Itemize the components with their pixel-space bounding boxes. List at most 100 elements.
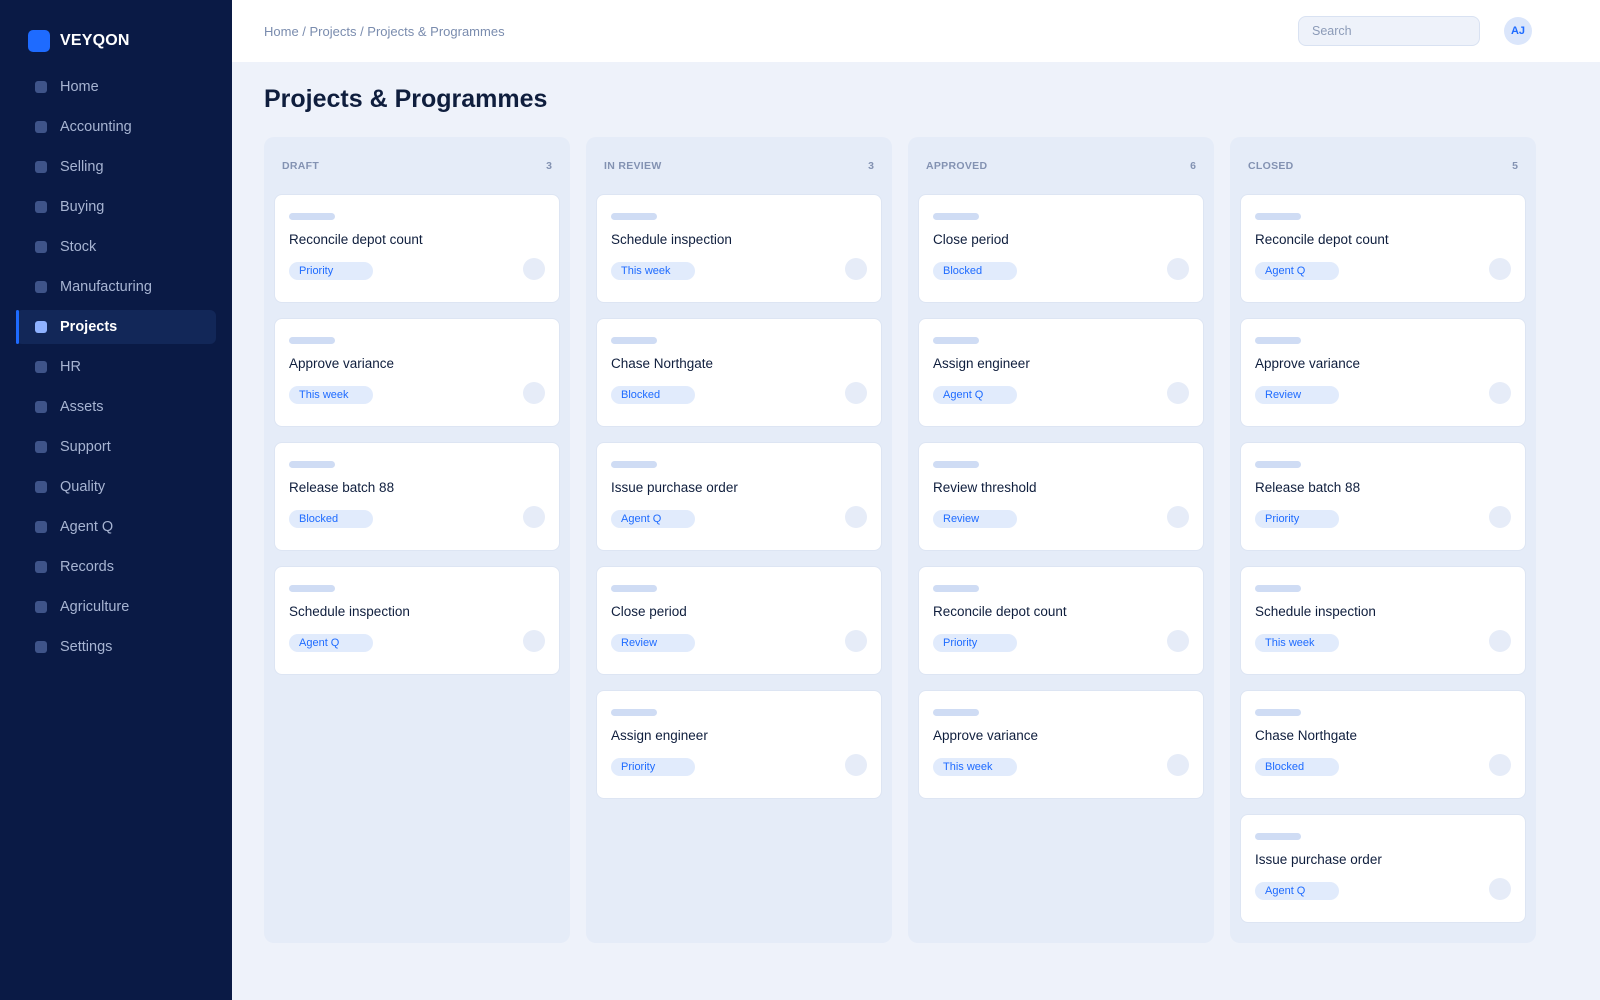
sidebar-item-quality[interactable]: Quality [16,470,216,504]
sidebar-item-label: Agent Q [60,519,114,535]
sidebar-item-buying[interactable]: Buying [16,190,216,224]
task-card[interactable]: Schedule inspection This week [1240,566,1526,675]
sidebar-item-label: Records [60,559,114,575]
assignee-avatar-icon[interactable] [1489,630,1511,652]
assignee-avatar-icon[interactable] [1167,382,1189,404]
kanban-board: DRAFT 3 Reconcile depot count Priority Appro… [264,137,1568,943]
assignee-avatar-icon[interactable] [1167,506,1189,528]
assignee-avatar-icon[interactable] [845,258,867,280]
breadcrumb[interactable]: Home / Projects / Projects & Programmes [264,24,1298,39]
card-label-bar [1255,461,1301,468]
sidebar-item-selling[interactable]: Selling [16,150,216,184]
assignee-avatar-icon[interactable] [1489,382,1511,404]
sidebar-item-settings[interactable]: Settings [16,630,216,664]
card-label-bar [933,461,979,468]
sidebar-item-label: Settings [60,639,113,655]
card-tag[interactable]: Review [1255,386,1339,404]
task-card[interactable]: Approve variance This week [918,690,1204,799]
projects-icon [35,321,47,333]
task-card[interactable]: Schedule inspection Agent Q [274,566,560,675]
task-card[interactable]: Approve variance Review [1240,318,1526,427]
assignee-avatar-icon[interactable] [845,754,867,776]
sidebar-item-projects[interactable]: Projects [16,310,216,344]
card-title: Approve variance [1255,356,1361,371]
assignee-avatar-icon[interactable] [523,258,545,280]
card-tag[interactable]: Priority [611,758,695,776]
column-header: DRAFT 3 [274,137,560,194]
card-label-bar [1255,709,1301,716]
card-tag[interactable]: This week [611,262,695,280]
task-card[interactable]: Close period Review [596,566,882,675]
task-card[interactable]: Reconcile depot count Agent Q [1240,194,1526,303]
sidebar-item-agriculture[interactable]: Agriculture [16,590,216,624]
sidebar-item-accounting[interactable]: Accounting [16,110,216,144]
task-card[interactable]: Schedule inspection This week [596,194,882,303]
sidebar-item-home[interactable]: Home [16,70,216,104]
assignee-avatar-icon[interactable] [523,382,545,404]
task-card[interactable]: Chase Northgate Blocked [596,318,882,427]
card-tag[interactable]: Blocked [611,386,695,404]
card-label-bar [289,337,335,344]
assignee-avatar-icon[interactable] [1489,258,1511,280]
card-tag[interactable]: Priority [1255,510,1339,528]
task-card[interactable]: Close period Blocked [918,194,1204,303]
task-card[interactable]: Reconcile depot count Priority [274,194,560,303]
card-label-bar [1255,213,1301,220]
sidebar-item-records[interactable]: Records [16,550,216,584]
sidebar-item-support[interactable]: Support [16,430,216,464]
sidebar-item-assets[interactable]: Assets [16,390,216,424]
card-tag[interactable]: Agent Q [1255,882,1339,900]
sidebar-item-manufacturing[interactable]: Manufacturing [16,270,216,304]
card-label-bar [611,585,657,592]
card-tag[interactable]: Review [611,634,695,652]
task-card[interactable]: Assign engineer Agent Q [918,318,1204,427]
assignee-avatar-icon[interactable] [845,506,867,528]
assignee-avatar-icon[interactable] [1489,506,1511,528]
sidebar-item-stock[interactable]: Stock [16,230,216,264]
sidebar-item-label: Manufacturing [60,279,152,295]
card-tag[interactable]: Blocked [1255,758,1339,776]
card-tag[interactable]: Priority [289,262,373,280]
task-card[interactable]: Reconcile depot count Priority [918,566,1204,675]
assignee-avatar-icon[interactable] [845,630,867,652]
card-tag[interactable]: Agent Q [1255,262,1339,280]
brand[interactable]: VEYQON [28,30,216,52]
assignee-avatar-icon[interactable] [1489,878,1511,900]
assignee-avatar-icon[interactable] [1167,630,1189,652]
card-label-bar [1255,585,1301,592]
assignee-avatar-icon[interactable] [1167,754,1189,776]
card-tag[interactable]: Review [933,510,1017,528]
search-input[interactable] [1298,16,1480,46]
task-card[interactable]: Issue purchase order Agent Q [1240,814,1526,923]
task-card[interactable]: Assign engineer Priority [596,690,882,799]
card-tag[interactable]: Agent Q [933,386,1017,404]
column-count: 6 [1190,159,1196,172]
assignee-avatar-icon[interactable] [523,630,545,652]
column-count: 3 [546,159,552,172]
task-card[interactable]: Review threshold Review [918,442,1204,551]
card-tag[interactable]: Priority [933,634,1017,652]
brand-name: VEYQON [60,32,130,49]
assignee-avatar-icon[interactable] [1489,754,1511,776]
assignee-avatar-icon[interactable] [523,506,545,528]
task-card[interactable]: Issue purchase order Agent Q [596,442,882,551]
card-tag[interactable]: Agent Q [289,634,373,652]
sidebar-item-hr[interactable]: HR [16,350,216,384]
sidebar-item-agent-q[interactable]: Agent Q [16,510,216,544]
task-card[interactable]: Release batch 88 Priority [1240,442,1526,551]
task-card[interactable]: Release batch 88 Blocked [274,442,560,551]
card-tag[interactable]: Agent Q [611,510,695,528]
assignee-avatar-icon[interactable] [845,382,867,404]
card-tag[interactable]: This week [1255,634,1339,652]
buying-icon [35,201,47,213]
avatar[interactable]: AJ [1504,17,1532,45]
sidebar-item-label: Assets [60,399,104,415]
task-card[interactable]: Approve variance This week [274,318,560,427]
card-tag[interactable]: Blocked [289,510,373,528]
column-count: 5 [1512,159,1518,172]
assignee-avatar-icon[interactable] [1167,258,1189,280]
card-tag[interactable]: This week [933,758,1017,776]
task-card[interactable]: Chase Northgate Blocked [1240,690,1526,799]
card-tag[interactable]: This week [289,386,373,404]
card-tag[interactable]: Blocked [933,262,1017,280]
